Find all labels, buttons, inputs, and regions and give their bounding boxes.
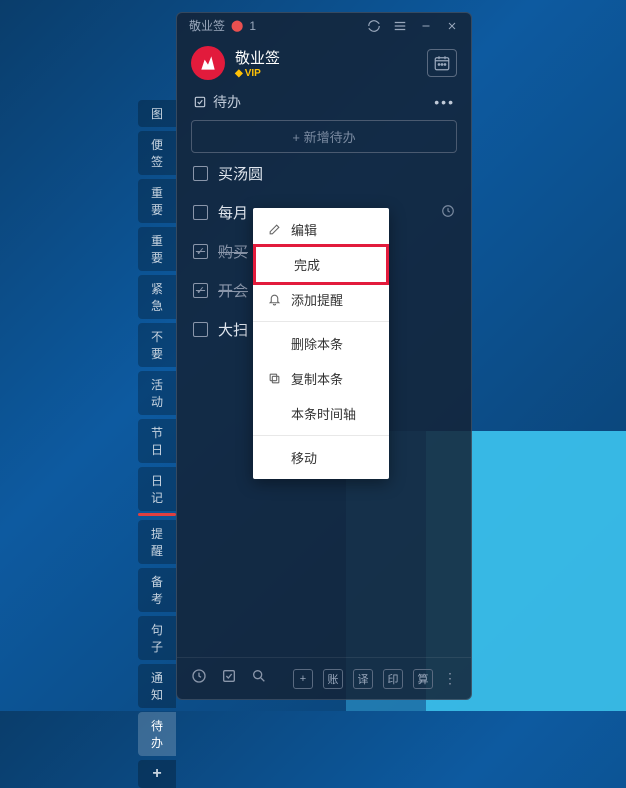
history-icon[interactable]: [191, 668, 207, 689]
main-panel: 敬业签 ⬤ 1 敬业签 ◆VIP 待办 ••• + 新增待办: [176, 12, 472, 700]
tab-image[interactable]: 图: [138, 100, 176, 127]
menu-complete[interactable]: 完成: [253, 244, 389, 285]
blank-icon: [267, 407, 281, 421]
menu-add-reminder[interactable]: 添加提醒: [253, 282, 389, 317]
checkbox-icon[interactable]: [193, 205, 208, 220]
app-name: 敬业签: [235, 47, 280, 68]
context-menu: 编辑 完成 添加提醒 删除本条 复制本条: [253, 208, 389, 479]
todo-item[interactable]: 每月 编辑 完成 添加提醒 删除本条: [193, 202, 455, 223]
blank-icon: [267, 337, 281, 351]
menu-separator: [253, 435, 389, 436]
menu-label: 移动: [291, 448, 317, 467]
tab-notice[interactable]: 通知: [138, 664, 176, 708]
tab-exam[interactable]: 备考: [138, 568, 176, 612]
tab-activity[interactable]: 活动: [138, 371, 176, 415]
todo-text: 购买: [218, 241, 248, 262]
close-icon[interactable]: [445, 19, 459, 33]
bell-icon: [267, 293, 281, 307]
menu-delete[interactable]: 删除本条: [253, 326, 389, 361]
menu-separator: [253, 321, 389, 322]
titlebar-app-name: 敬业签: [189, 17, 225, 34]
menu-icon[interactable]: [393, 19, 407, 33]
vip-badge: ◆VIP: [235, 68, 280, 79]
notification-icon[interactable]: ⬤: [231, 19, 243, 32]
todo-text: 买汤圆: [218, 163, 263, 184]
tab-important-1[interactable]: 重要: [138, 179, 176, 223]
bottom-toolbar: + 账 译 印 算 ⋮: [177, 657, 471, 699]
tab-sentence[interactable]: 句子: [138, 616, 176, 660]
todo-item[interactable]: 买汤圆: [193, 163, 455, 184]
header: 敬业签 ◆VIP: [177, 38, 471, 86]
print-button[interactable]: 印: [383, 669, 403, 689]
todo-icon: [193, 95, 207, 109]
menu-label: 复制本条: [291, 369, 343, 388]
tab-important-2[interactable]: 重要: [138, 227, 176, 271]
menu-label: 完成: [294, 255, 320, 274]
tab-todo[interactable]: 待办: [138, 712, 176, 756]
add-square-button[interactable]: +: [293, 669, 313, 689]
tab-add[interactable]: +: [138, 760, 176, 788]
menu-label: 编辑: [291, 220, 317, 239]
tab-note[interactable]: 便签: [138, 131, 176, 175]
menu-label: 添加提醒: [291, 290, 343, 309]
todo-text: 开会: [218, 280, 248, 301]
checkbox-icon[interactable]: [193, 283, 208, 298]
more-vertical-icon[interactable]: ⋮: [443, 670, 457, 687]
menu-move[interactable]: 移动: [253, 440, 389, 475]
todo-text: 每月: [218, 202, 248, 223]
tab-reminder[interactable]: 提醒: [138, 520, 176, 564]
menu-edit[interactable]: 编辑: [253, 212, 389, 247]
tab-diary[interactable]: 日记: [138, 467, 176, 511]
sub-header: 待办 •••: [177, 86, 471, 116]
calendar-icon: [433, 54, 451, 72]
menu-copy[interactable]: 复制本条: [253, 361, 389, 396]
category-tab-strip: 图 便签 重要 重要 紧急 不要 活动 节日 日记 提醒 备考 句子 通知 待办…: [138, 100, 176, 788]
tab-dont[interactable]: 不要: [138, 323, 176, 367]
todo-list: 买汤圆 每月 编辑 完成 添加提醒: [177, 163, 471, 340]
menu-timeline[interactable]: 本条时间轴: [253, 396, 389, 431]
search-icon[interactable]: [251, 668, 267, 689]
sync-icon[interactable]: [367, 19, 381, 33]
minimize-icon[interactable]: [419, 19, 433, 33]
calc-button[interactable]: 算: [413, 669, 433, 689]
account-button[interactable]: 账: [323, 669, 343, 689]
checkbox-icon[interactable]: [193, 244, 208, 259]
tab-festival[interactable]: 节日: [138, 419, 176, 463]
more-icon[interactable]: •••: [434, 94, 455, 110]
reminder-icon: [441, 204, 455, 222]
blank-icon: [270, 258, 284, 272]
menu-label: 本条时间轴: [291, 404, 356, 423]
completed-icon[interactable]: [221, 668, 237, 689]
todo-text: 大扫: [218, 319, 248, 340]
checkbox-icon[interactable]: [193, 322, 208, 337]
checkbox-icon[interactable]: [193, 166, 208, 181]
notification-count: 1: [249, 19, 256, 33]
app-logo: [191, 46, 225, 80]
translate-button[interactable]: 译: [353, 669, 373, 689]
calendar-button[interactable]: [427, 49, 457, 77]
menu-label: 删除本条: [291, 334, 343, 353]
copy-icon: [267, 372, 281, 386]
tab-indicator: [138, 513, 176, 516]
blank-icon: [267, 451, 281, 465]
title-bar: 敬业签 ⬤ 1: [177, 13, 471, 38]
add-todo-button[interactable]: + 新增待办: [191, 120, 457, 153]
edit-icon: [267, 223, 281, 237]
sub-title: 待办: [213, 92, 241, 112]
tab-urgent[interactable]: 紧急: [138, 275, 176, 319]
